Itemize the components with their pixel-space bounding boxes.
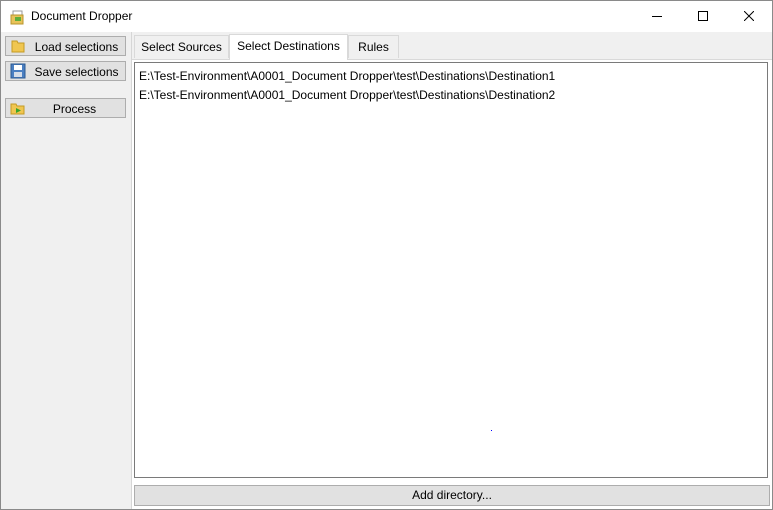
document-dropper-icon [10, 9, 26, 25]
maximize-button[interactable] [680, 1, 726, 32]
list-item[interactable]: E:\Test-Environment\A0001_Document Dropp… [139, 68, 555, 84]
add-directory-button[interactable]: Add directory... [134, 485, 770, 506]
tab-select-sources[interactable]: Select Sources [134, 35, 229, 58]
tab-rules[interactable]: Rules [348, 35, 399, 58]
load-selections-label: Load selections [34, 40, 119, 54]
window-title: Document Dropper [31, 9, 133, 23]
stray-pixel [491, 430, 492, 431]
load-selections-button[interactable]: Load selections [5, 36, 126, 56]
tab-select-destinations[interactable]: Select Destinations [229, 34, 348, 60]
maximize-icon [698, 11, 708, 21]
app-window: Document Dropper Load selections Save se… [0, 0, 773, 510]
destinations-list[interactable]: E:\Test-Environment\A0001_Document Dropp… [134, 62, 768, 478]
save-selections-label: Save selections [34, 65, 119, 79]
process-label: Process [52, 102, 97, 116]
minimize-button[interactable] [634, 1, 680, 32]
minimize-icon [652, 16, 662, 17]
save-selections-button[interactable]: Save selections [5, 61, 126, 81]
destinations-panel: E:\Test-Environment\A0001_Document Dropp… [132, 59, 772, 509]
close-icon [744, 11, 754, 21]
sidebar: Load selections Save selections Process [1, 32, 132, 509]
close-button[interactable] [726, 1, 772, 32]
title-bar: Document Dropper [1, 1, 772, 32]
list-item[interactable]: E:\Test-Environment\A0001_Document Dropp… [139, 87, 555, 103]
process-button[interactable]: Process [5, 98, 126, 118]
